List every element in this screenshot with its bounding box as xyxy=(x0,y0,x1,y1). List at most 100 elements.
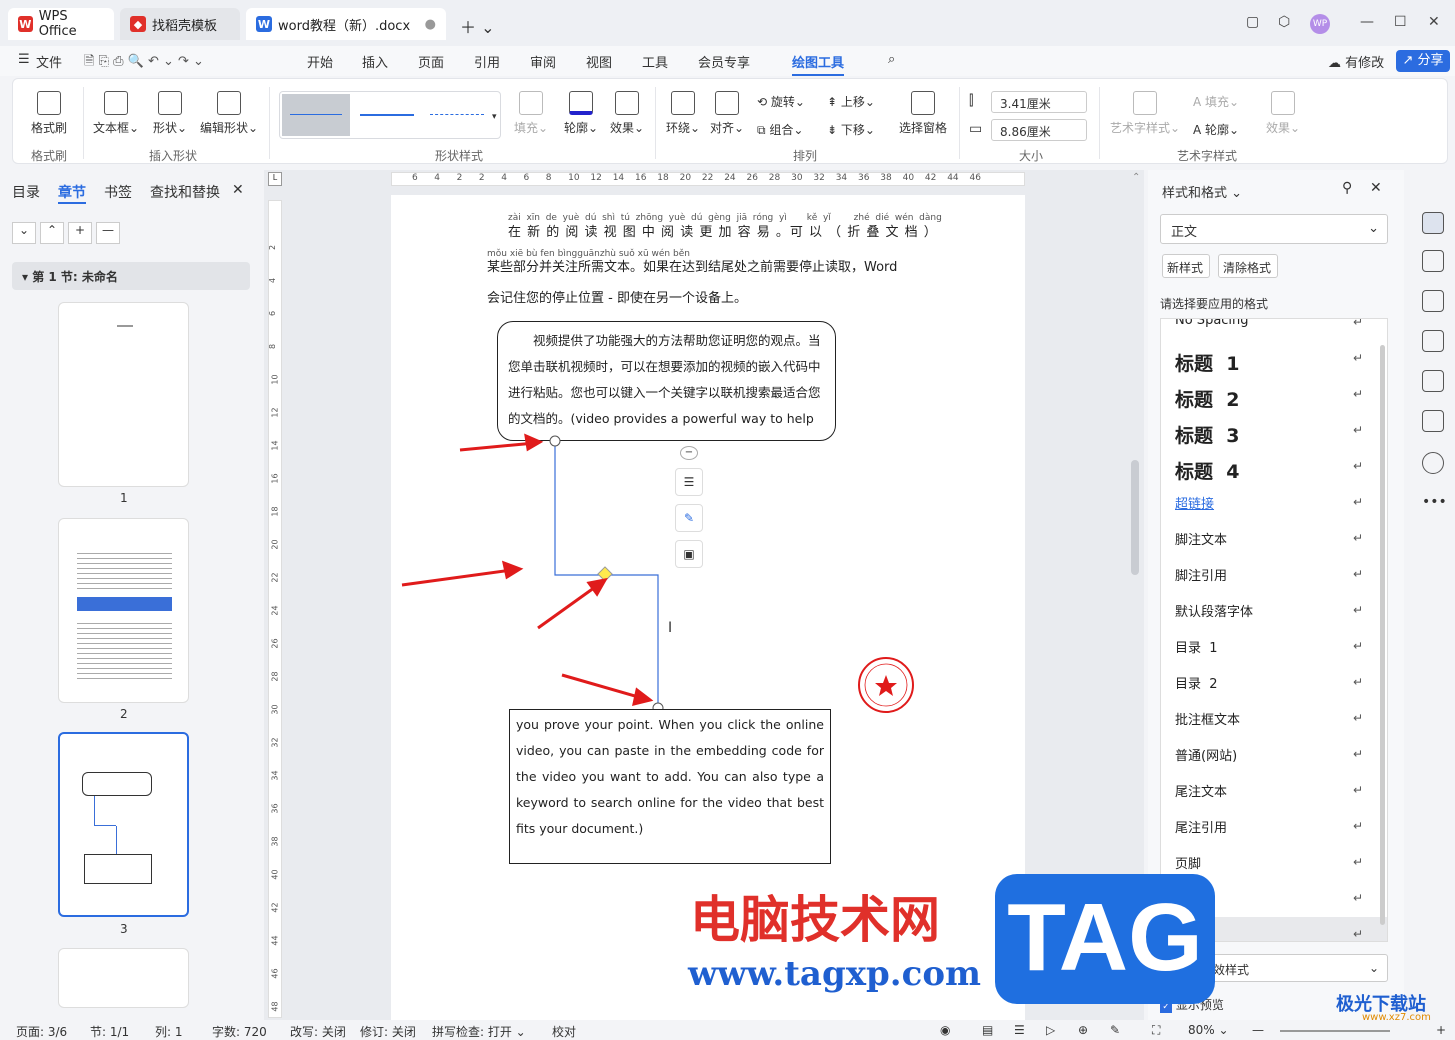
outline-button[interactable]: 轮廓⌄ xyxy=(559,91,603,136)
style-item[interactable]: 普通(网站) ↵ xyxy=(1161,737,1387,773)
help-icon[interactable] xyxy=(1422,452,1444,474)
doc-line-2[interactable]: 某些部分并关注所需文本。如果在达到结尾处之前需要停止读取，Word xyxy=(487,256,897,275)
menu-home[interactable]: 开始 xyxy=(307,52,333,71)
doc-line-1[interactable]: 在 新 的 阅 读 视 图 中 阅 读 更 加 容 易 。可 以 （ 折 叠 文… xyxy=(508,221,938,240)
style-item[interactable]: 目录 2 ↵ xyxy=(1161,665,1387,701)
edit-shape-button[interactable]: 编辑形状⌄ xyxy=(197,91,261,136)
layout-icon[interactable]: ▢ xyxy=(1246,14,1259,30)
zoom-in-icon[interactable]: + xyxy=(1436,1023,1446,1037)
menu-page[interactable]: 页面 xyxy=(418,52,444,71)
pen-icon[interactable]: ✎ xyxy=(675,504,703,532)
play-icon[interactable]: ▷ xyxy=(1046,1023,1055,1037)
style-swatch-3[interactable] xyxy=(430,114,484,115)
art-style-button[interactable]: 艺术字样式⌄ xyxy=(1107,91,1183,136)
new-tab-icon[interactable]: ＋ ⌄ xyxy=(460,14,495,38)
bring-forward-button[interactable]: ⇞ 上移⌄ xyxy=(827,93,887,110)
text-box-top[interactable]: 视频提供了功能强大的方法帮助您证明您的观点。当您单击联机视频时，可以在想要添加的… xyxy=(497,321,836,441)
shape-style-gallery[interactable]: ▾ xyxy=(279,91,501,139)
ai-icon[interactable] xyxy=(1422,410,1444,432)
menu-review[interactable]: 审阅 xyxy=(530,52,556,71)
menu-member[interactable]: 会员专享 xyxy=(698,52,750,71)
menu-tools[interactable]: 工具 xyxy=(642,52,668,71)
menu-insert[interactable]: 插入 xyxy=(362,52,388,71)
document-scrollbar[interactable] xyxy=(1131,460,1139,575)
menu-drawing-tools[interactable]: 绘图工具 xyxy=(792,52,845,76)
format-brush-button[interactable]: 格式刷 xyxy=(27,91,71,136)
shape-edit-icon[interactable] xyxy=(1422,330,1444,352)
text-box-bottom[interactable]: you prove your point. When you click the… xyxy=(509,709,831,864)
styles-list[interactable]: No Spacing ↵ 标题 1 ↵ 标题 2 ↵ 标题 3 ↵ 标题 4 ↵ 超链接 ↵ 脚注文本 ↵… xyxy=(1160,318,1388,942)
style-item[interactable]: No Spacing ↵ xyxy=(1161,319,1387,341)
tab-wps-office[interactable]: W WPS Office xyxy=(8,8,114,40)
zoom-out-icon[interactable]: — xyxy=(1252,1023,1264,1037)
page-thumbnail-3[interactable] xyxy=(58,732,189,917)
selection-pane-button[interactable]: 选择窗格 xyxy=(893,91,953,136)
status-page[interactable]: 页面: 3/6 xyxy=(16,1023,67,1040)
status-word-count[interactable]: 字数: 720 xyxy=(212,1023,267,1040)
pen-mode-icon[interactable]: ✎ xyxy=(1110,1023,1120,1037)
align-button[interactable]: 对齐⌄ xyxy=(707,91,747,136)
styles-scrollbar[interactable] xyxy=(1380,345,1385,925)
new-style-button[interactable]: 新样式 xyxy=(1162,254,1210,278)
outline-color-icon[interactable]: ▣ xyxy=(675,540,703,568)
zoom-slider[interactable] xyxy=(1280,1030,1390,1032)
status-section[interactable]: 节: 1/1 xyxy=(90,1023,129,1040)
section-header[interactable]: ▾ 第 1 节: 未命名 xyxy=(12,262,250,290)
style-item[interactable]: 默认段落字体 ↵ xyxy=(1161,593,1387,629)
menu-file[interactable]: 文件 xyxy=(36,52,62,71)
effect-button[interactable]: 效果⌄ xyxy=(605,91,649,136)
style-item[interactable]: 标题 1 ↵ xyxy=(1161,341,1387,377)
tab-toc[interactable]: 目录 xyxy=(12,182,40,202)
status-proofread[interactable]: 校对 xyxy=(552,1023,576,1040)
style-item[interactable]: 标题 2 ↵ xyxy=(1161,377,1387,413)
web-view-icon[interactable]: ⊕ xyxy=(1078,1023,1088,1037)
style-item[interactable]: 标题 3 ↵ xyxy=(1161,413,1387,449)
gallery-more-icon[interactable]: ▾ xyxy=(492,112,497,122)
art-outline-button[interactable]: A 轮廓⌄ xyxy=(1193,121,1253,138)
close-panel-icon[interactable]: ✕ xyxy=(232,182,244,198)
status-column[interactable]: 列: 1 xyxy=(155,1023,183,1040)
send-backward-button[interactable]: ⇟ 下移⌄ xyxy=(827,121,887,138)
minimize-icon[interactable]: — xyxy=(1360,14,1374,30)
more-icon[interactable]: ••• xyxy=(1422,494,1447,510)
add-section-icon[interactable]: + xyxy=(68,222,92,244)
menu-view[interactable]: 视图 xyxy=(586,52,612,71)
style-item[interactable]: 目录 1 ↵ xyxy=(1161,629,1387,665)
rotate-button[interactable]: ⟲ 旋转⌄ xyxy=(757,93,817,110)
wrap-layout-icon[interactable]: ☰ xyxy=(675,468,703,496)
collapse-toolbar-icon[interactable]: − xyxy=(680,446,698,460)
vertical-ruler[interactable]: 2 4 6 8 10 12 14 16 18 20 22 24 26 28 30 32 34 36 38 40 42 44… xyxy=(268,200,282,1018)
hamburger-icon[interactable]: ☰ xyxy=(18,52,30,67)
search-icon[interactable]: ⌕ xyxy=(888,52,895,67)
tab-document[interactable]: Wword教程（新）.docx ● xyxy=(246,8,446,40)
style-swatch-1[interactable] xyxy=(282,94,350,136)
status-spell-check[interactable]: 拼写检查: 打开 ⌄ xyxy=(432,1023,526,1040)
remove-section-icon[interactable]: — xyxy=(96,222,120,244)
maximize-icon[interactable]: ☐ xyxy=(1394,14,1407,30)
clear-format-button[interactable]: 清除格式 xyxy=(1218,254,1278,278)
horizontal-ruler[interactable]: 6 4 2 2 4 6 8 10 12 14 16 18 20 22 24 26 28 30 32 34 36 38 40 4… xyxy=(391,172,1025,186)
close-styles-icon[interactable]: ✕ xyxy=(1370,180,1382,196)
page-thumbnail-1[interactable] xyxy=(58,302,189,487)
textbox-button[interactable]: 文本框⌄ xyxy=(91,91,141,136)
tab-template[interactable]: ◆ 找稻壳模板 xyxy=(120,8,240,40)
pen-icon[interactable] xyxy=(1422,212,1444,234)
chevron-up-icon[interactable]: ⌃ xyxy=(40,222,64,244)
style-item[interactable]: 超链接 ↵ xyxy=(1161,485,1387,521)
wrap-button[interactable]: 环绕⌄ xyxy=(663,91,703,136)
tools-icon[interactable] xyxy=(1422,370,1444,392)
tab-chapter[interactable]: 章节 xyxy=(58,182,86,204)
fill-button[interactable]: 填充⌄ xyxy=(509,91,553,136)
ruler-corner[interactable]: L xyxy=(268,172,282,186)
pin-icon[interactable]: ⚲ xyxy=(1342,180,1352,196)
page-thumbnail-2[interactable] xyxy=(58,518,189,703)
page-thumbnail-4[interactable] xyxy=(58,948,189,1008)
doc-line-3[interactable]: 会记住您的停止位置 - 即使在另一个设备上。 xyxy=(487,287,747,306)
status-track-changes[interactable]: 修订: 关闭 xyxy=(360,1023,416,1040)
style-item[interactable]: 脚注引用 ↵ xyxy=(1161,557,1387,593)
quick-access-icons[interactable]: 🗎 ⎘ ⎙ 🔍 ↶ ⌄ ↷ ⌄ xyxy=(84,52,204,74)
style-item[interactable]: 尾注引用 ↵ xyxy=(1161,809,1387,845)
current-style-select[interactable]: 正文 ⌄ xyxy=(1160,214,1388,244)
connector-start-handle[interactable] xyxy=(549,435,561,447)
avatar[interactable]: WP xyxy=(1310,14,1330,34)
